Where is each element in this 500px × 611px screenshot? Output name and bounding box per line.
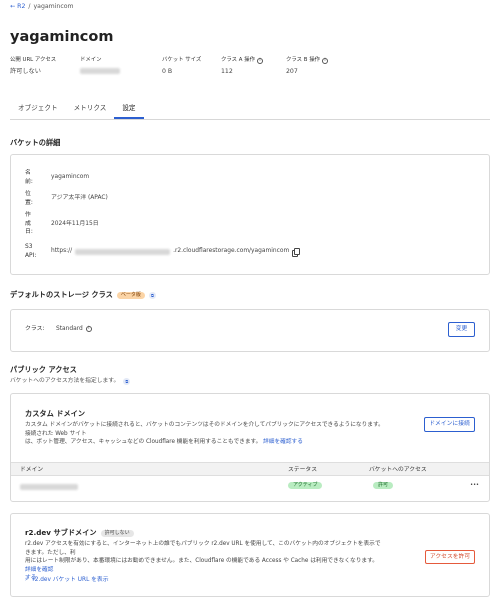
storage-class-label: クラス: xyxy=(25,326,45,332)
bucket-stats: 公開 URL アクセス 許可しない ドメイン バケット サイズ 0 B クラス … xyxy=(10,57,356,78)
stat-value-redacted xyxy=(80,67,162,78)
show-r2dev-url-label: r2.dev バケット URL を表示 xyxy=(32,577,109,583)
storage-class-value-wrap: Standard i xyxy=(56,325,92,334)
stat-label: ドメイン xyxy=(80,57,102,63)
tab-metrics[interactable]: メトリクス xyxy=(66,99,115,119)
stat-public-url-access: 公開 URL アクセス 許可しない xyxy=(10,57,80,78)
col-bucket-access: バケットへのアクセス xyxy=(369,467,427,473)
show-r2dev-url-toggle[interactable]: › r2.dev バケット URL を表示 xyxy=(25,576,109,584)
stat-value: 許可しない xyxy=(10,67,41,75)
r2dev-subdomain-card: r2.dev サブドメイン 許可しない r2.dev アクセスを有効にすると、イ… xyxy=(10,513,490,597)
detail-row-created: 作 成 日: 2024年11月15日 xyxy=(25,211,99,237)
detail-value: 2024年11月15日 xyxy=(51,220,99,227)
info-icon[interactable]: i xyxy=(256,57,263,64)
s3-url-prefix: https:// xyxy=(51,248,73,255)
domain-table-header: ドメイン ステータス バケットへのアクセス xyxy=(11,462,489,476)
detail-label: 作 成 日: xyxy=(25,212,33,236)
domain-cell xyxy=(20,484,78,493)
access-badge: 許可 xyxy=(373,482,394,490)
stat-value: 0 B xyxy=(162,67,173,75)
section-heading-storage-class: デフォルトのストレージ クラス ベータ版 ⧉ xyxy=(10,290,156,300)
row-menu-icon[interactable]: ••• xyxy=(470,482,479,489)
breadcrumb-back-link[interactable]: ← R2 xyxy=(10,3,25,12)
stat-label: クラス B 操作 xyxy=(286,57,320,63)
detail-value: アジア太平洋 (APAC) xyxy=(51,195,108,202)
r2dev-desc-1: r2.dev アクセスを有効にすると、インターネット上の誰でもパブリック r2.… xyxy=(25,541,381,556)
section-heading-public-access: パブリック アクセス xyxy=(10,365,77,374)
detail-label: S3 API: xyxy=(25,244,37,259)
page-title: yagamincom xyxy=(10,29,114,45)
section-heading-bucket-details: バケットの詳細 xyxy=(10,138,61,147)
storage-class-row: クラス: Standard i xyxy=(25,325,92,334)
r2-bucket-settings-page: ← R2 / yagamincom yagamincom 公開 URL アクセス… xyxy=(0,0,500,611)
beta-badge: ベータ版 xyxy=(116,291,145,299)
r2dev-status-badge: 許可しない xyxy=(100,529,134,537)
info-icon[interactable]: i xyxy=(321,57,328,64)
info-icon[interactable]: i xyxy=(85,326,92,333)
col-status: ステータス xyxy=(288,467,317,473)
tab-objects[interactable]: オブジェクト xyxy=(10,99,66,119)
status-badge: アクティブ xyxy=(288,482,323,490)
stat-label-row: クラス A 操作 i xyxy=(221,57,286,65)
public-access-subtitle-row: バケットへのアクセス方法を指定します。 ⧉ xyxy=(10,377,131,385)
redacted-domain xyxy=(20,484,78,490)
custom-domain-description: カスタム ドメインがバケットに接続されると、バケットのコンテンツはそのドメインを… xyxy=(25,421,385,447)
stat-label: 公開 URL アクセス xyxy=(10,57,57,63)
docs-link-icon[interactable]: ⧉ xyxy=(148,291,156,299)
breadcrumb: ← R2 / yagamincom xyxy=(10,3,74,12)
stat-label: バケット サイズ xyxy=(162,57,202,63)
public-access-subtitle: バケットへのアクセス方法を指定します。 xyxy=(10,378,120,384)
r2dev-desc-2: 用にはレート制限があり、本番環境にはお勧めできません。また、Cloudflare… xyxy=(25,558,378,565)
connect-domain-button[interactable]: ドメインに接続 xyxy=(424,417,475,432)
stat-domain: ドメイン xyxy=(80,57,162,78)
detail-row-location: 位 置: アジア太平洋 (APAC) xyxy=(25,190,108,207)
breadcrumb-separator: / xyxy=(28,3,31,10)
s3-url-suffix: .r2.cloudflarestorage.com/yagamincom xyxy=(173,248,290,255)
stat-bucket-size: バケット サイズ 0 B xyxy=(162,57,221,78)
storage-class-value: Standard xyxy=(56,326,83,332)
breadcrumb-current: yagamincom xyxy=(33,3,74,10)
stat-class-b-ops: クラス B 操作 i 207 xyxy=(286,57,356,78)
custom-domain-title: カスタム ドメイン xyxy=(25,409,86,418)
custom-domain-desc-2: は、ボット管理、アクセス、キャッシュなどの Cloudflare 機能を利用する… xyxy=(25,439,262,446)
chevron-right-icon: › xyxy=(25,577,28,583)
detail-label: 位 置: xyxy=(25,191,33,206)
change-storage-class-button[interactable]: 変更 xyxy=(448,322,475,337)
storage-class-card: クラス: Standard i 変更 xyxy=(10,309,490,352)
detail-value: yagamincom xyxy=(51,174,90,181)
tab-bar: オブジェクト メトリクス 設定 xyxy=(10,99,490,120)
redacted-domain xyxy=(80,67,120,74)
learn-more-link[interactable]: 詳細を確認する xyxy=(263,439,303,445)
storage-class-heading: デフォルトのストレージ クラス xyxy=(10,290,113,299)
stat-class-a-ops: クラス A 操作 i 112 xyxy=(221,57,286,78)
r2dev-title-row: r2.dev サブドメイン 許可しない xyxy=(25,528,134,538)
docs-link-icon[interactable]: ⧉ xyxy=(123,377,131,385)
stat-label-row: クラス B 操作 i xyxy=(286,57,356,65)
detail-row-name: 名 前: yagamincom xyxy=(25,169,89,186)
stat-value: 207 xyxy=(286,67,298,75)
table-row[interactable]: アクティブ 許可 ••• xyxy=(11,479,489,495)
redacted-account-id xyxy=(75,248,171,255)
bucket-details-card: 名 前: yagamincom 位 置: アジア太平洋 (APAC) 作 成 日… xyxy=(10,154,490,275)
allow-access-button[interactable]: アクセスを許可 xyxy=(425,550,475,564)
detail-row-s3-api: S3 API: https:// .r2.cloudflarestorage.c… xyxy=(25,243,301,260)
tab-settings[interactable]: 設定 xyxy=(114,99,144,119)
stat-value: 112 xyxy=(221,67,233,75)
col-domain: ドメイン xyxy=(20,467,44,473)
copy-icon[interactable] xyxy=(292,248,301,258)
detail-value-s3-url: https:// .r2.cloudflarestorage.com/yagam… xyxy=(51,243,301,260)
learn-more-link[interactable]: 詳細を確認 xyxy=(25,567,53,573)
custom-domain-desc-1: カスタム ドメインがバケットに接続されると、バケットのコンテンツはそのドメインを… xyxy=(25,422,384,437)
r2dev-title: r2.dev サブドメイン xyxy=(25,528,97,537)
stat-label: クラス A 操作 xyxy=(221,57,255,63)
detail-label: 名 前: xyxy=(25,170,33,185)
